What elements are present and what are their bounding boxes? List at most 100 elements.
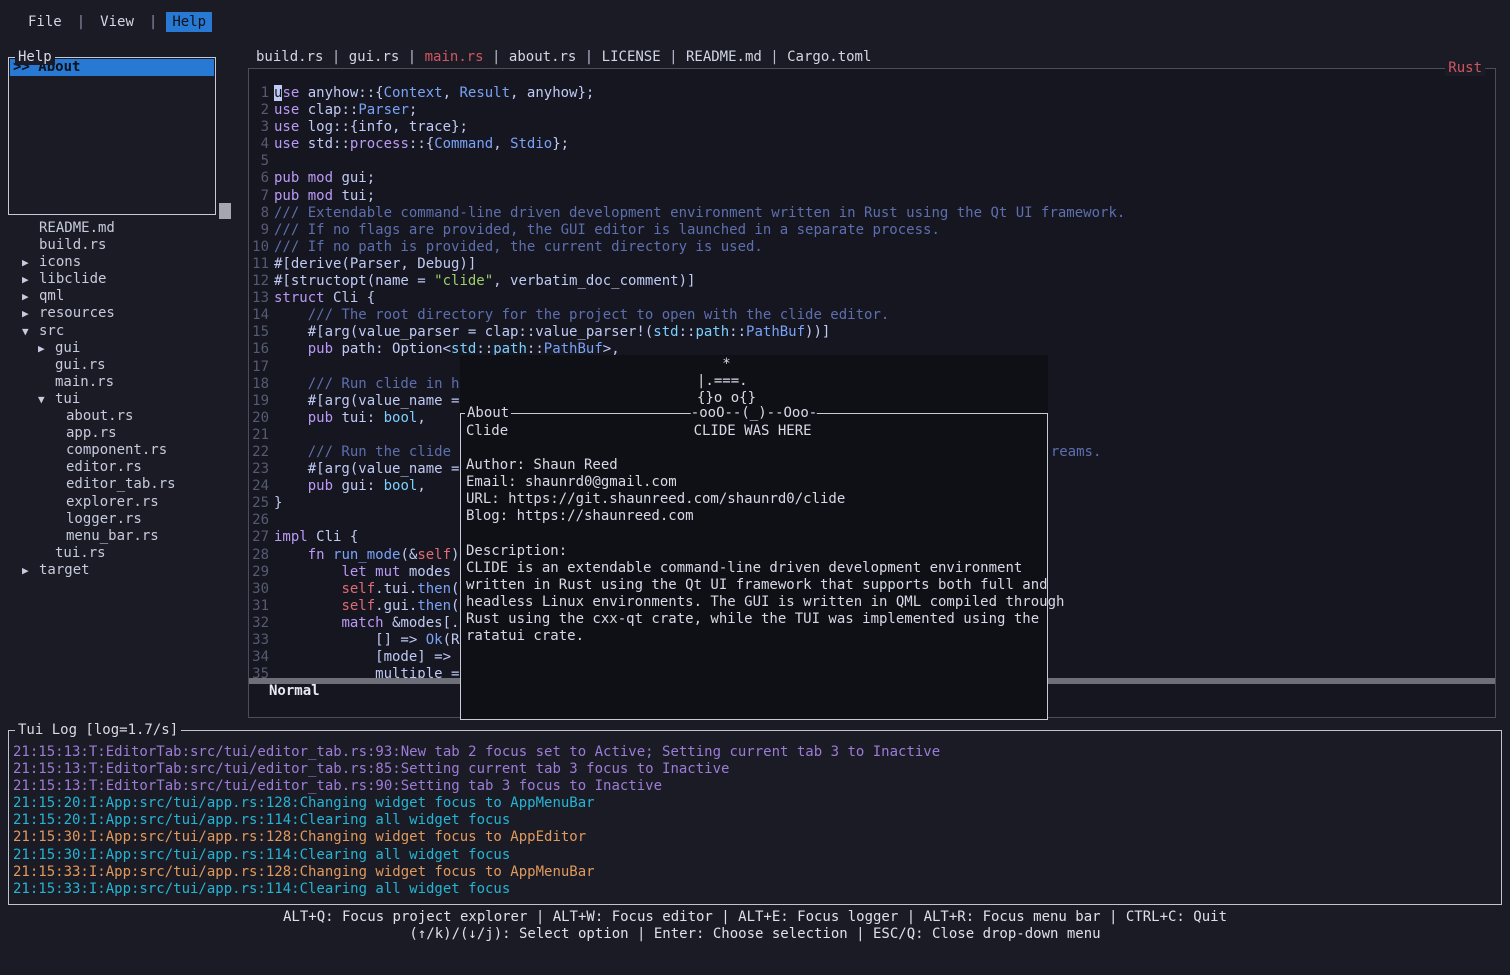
tree-item-qml[interactable]: ▶qml [8, 288, 242, 305]
code-text: pub gui: bool, [274, 478, 426, 494]
help-dropdown: Help >> About [8, 57, 216, 215]
tree-item-tui-rs[interactable]: tui.rs [8, 545, 242, 562]
code-text: use anyhow::{Context, Result, anyhow}; [274, 85, 594, 101]
help-scrollbar-thumb[interactable] [219, 203, 231, 219]
code-text: } [274, 495, 282, 511]
tree-item-editor-tab-rs[interactable]: editor_tab.rs [8, 476, 242, 493]
tree-item-gui-rs[interactable]: gui.rs [8, 357, 242, 374]
tree-item-label: README.md [39, 220, 115, 236]
tree-item-label: src [39, 323, 64, 339]
code-line[interactable]: 15 #[arg(value_parser = clap::value_pars… [249, 324, 1495, 341]
code-line[interactable]: 2use clap::Parser; [249, 102, 1495, 119]
line-number: 15 [251, 324, 269, 341]
code-line[interactable]: 9/// If no flags are provided, the GUI e… [249, 222, 1495, 239]
line-number: 2 [251, 102, 269, 119]
about-popup-line: Author: Shaun Reed [466, 457, 1047, 474]
tree-item-tui[interactable]: ▼tui [8, 391, 242, 408]
code-line[interactable]: 6pub mod gui; [249, 170, 1495, 187]
tree-item-src[interactable]: ▼src [8, 323, 242, 340]
tree-item-icons[interactable]: ▶icons [8, 254, 242, 271]
about-popup-line: CLIDE is an extendable command-line driv… [466, 560, 1047, 577]
tree-item-libclide[interactable]: ▶libclide [8, 271, 242, 288]
tab-build-rs[interactable]: build.rs [256, 49, 323, 65]
about-popup-line: Email: shaunrd0@gmail.com [466, 474, 1047, 491]
tree-item-menu-bar-rs[interactable]: menu_bar.rs [8, 528, 242, 545]
about-popup-line: headless Linux environments. The GUI is … [466, 594, 1047, 611]
tree-item-label: main.rs [55, 374, 114, 390]
line-number: 6 [251, 170, 269, 187]
log-line: 21:15:30:I:App:src/tui/app.rs:128:Changi… [13, 829, 1501, 846]
log-line: 21:15:33:I:App:src/tui/app.rs:128:Changi… [13, 864, 1501, 881]
line-number: 31 [251, 598, 269, 615]
code-line[interactable]: 14 /// The root directory for the projec… [249, 307, 1495, 324]
code-line[interactable]: 11#[derive(Parser, Debug)] [249, 256, 1495, 273]
tree-item-label: explorer.rs [66, 494, 159, 510]
line-number: 4 [251, 136, 269, 153]
code-line[interactable]: 13struct Cli { [249, 290, 1495, 307]
tab-separator: | [323, 49, 348, 65]
tree-item-label: component.rs [66, 442, 167, 458]
line-number: 11 [251, 256, 269, 273]
tab-gui-rs[interactable]: gui.rs [349, 49, 400, 65]
tree-item-label: qml [39, 288, 64, 304]
tree-item-component-rs[interactable]: component.rs [8, 442, 242, 459]
tree-item-explorer-rs[interactable]: explorer.rs [8, 494, 242, 511]
tree-item-label: tui [55, 391, 80, 407]
tree-item-readme-md[interactable]: README.md [8, 220, 242, 237]
tree-item-build-rs[interactable]: build.rs [8, 237, 242, 254]
help-dropdown-title: Help [15, 49, 55, 65]
code-line[interactable]: 12#[structopt(name = "clide", verbatim_d… [249, 273, 1495, 290]
tree-item-target[interactable]: ▶target [8, 562, 242, 579]
tree-item-main-rs[interactable]: main.rs [8, 374, 242, 391]
tree-item-label: editor_tab.rs [66, 476, 176, 492]
code-line[interactable]: 4use std::process::{Command, Stdio}; [249, 136, 1495, 153]
about-popup-content: Clide CLIDE WAS HERE Author: Shaun ReedEm… [461, 414, 1047, 645]
tab-cargo-toml[interactable]: Cargo.toml [787, 49, 871, 65]
tree-item-label: about.rs [66, 408, 133, 424]
tree-item-label: menu_bar.rs [66, 528, 159, 544]
about-popup-line: Clide CLIDE WAS HERE [466, 423, 1047, 440]
line-number: 17 [251, 359, 269, 376]
line-number: 8 [251, 205, 269, 222]
about-popup-line: Rust using the cxx-qt crate, while the T… [466, 611, 1047, 628]
code-line[interactable]: 5 [249, 153, 1495, 170]
log-panel-title: Tui Log [log=1.7/s] [15, 722, 181, 738]
line-number: 21 [251, 427, 269, 444]
menu-item-file[interactable]: File [22, 12, 68, 32]
code-line[interactable]: 8/// Extendable command-line driven deve… [249, 205, 1495, 222]
code-text: use log::{info, trace}; [274, 119, 468, 135]
line-number: 12 [251, 273, 269, 290]
about-popup-title: About [465, 405, 511, 421]
tree-item-resources[interactable]: ▶resources [8, 305, 242, 322]
code-text: /// Run the clide [274, 444, 451, 460]
line-number: 25 [251, 495, 269, 512]
tree-item-gui[interactable]: ▶gui [8, 340, 242, 357]
code-line[interactable]: 1use anyhow::{Context, Result, anyhow}; [249, 85, 1495, 102]
line-number: 19 [251, 393, 269, 410]
chevron-right-icon: ▶ [22, 254, 39, 271]
log-line: 21:15:13:T:EditorTab:src/tui/editor_tab.… [13, 744, 1501, 761]
log-panel: Tui Log [log=1.7/s] 21:15:13:T:EditorTab… [8, 730, 1502, 905]
tree-item-label: icons [39, 254, 81, 270]
code-line[interactable]: 10/// If no path is provided, the curren… [249, 239, 1495, 256]
tab-about-rs[interactable]: about.rs [509, 49, 576, 65]
chevron-right-icon: ▶ [22, 562, 39, 579]
tree-item-about-rs[interactable]: about.rs [8, 408, 242, 425]
menu-item-help[interactable]: Help [166, 12, 212, 32]
line-number: 29 [251, 564, 269, 581]
tree-item-editor-rs[interactable]: editor.rs [8, 459, 242, 476]
editor-mode-indicator: Normal [269, 683, 320, 699]
tab-license[interactable]: LICENSE [602, 49, 661, 65]
about-popup-border-decoration: -ooO--(_)--Ooo- [691, 405, 817, 421]
tree-item-logger-rs[interactable]: logger.rs [8, 511, 242, 528]
app-root: File|View|Help Help >> About README.mdbu… [0, 0, 1510, 975]
code-text: impl Cli { [274, 529, 358, 545]
line-number: 9 [251, 222, 269, 239]
tree-item-app-rs[interactable]: app.rs [8, 425, 242, 442]
code-text: /// If no path is provided, the current … [274, 239, 763, 255]
tab-readme-md[interactable]: README.md [686, 49, 762, 65]
menu-item-view[interactable]: View [94, 12, 140, 32]
code-line[interactable]: 3use log::{info, trace}; [249, 119, 1495, 136]
code-line[interactable]: 7pub mod tui; [249, 188, 1495, 205]
tab-main-rs[interactable]: main.rs [425, 49, 484, 65]
